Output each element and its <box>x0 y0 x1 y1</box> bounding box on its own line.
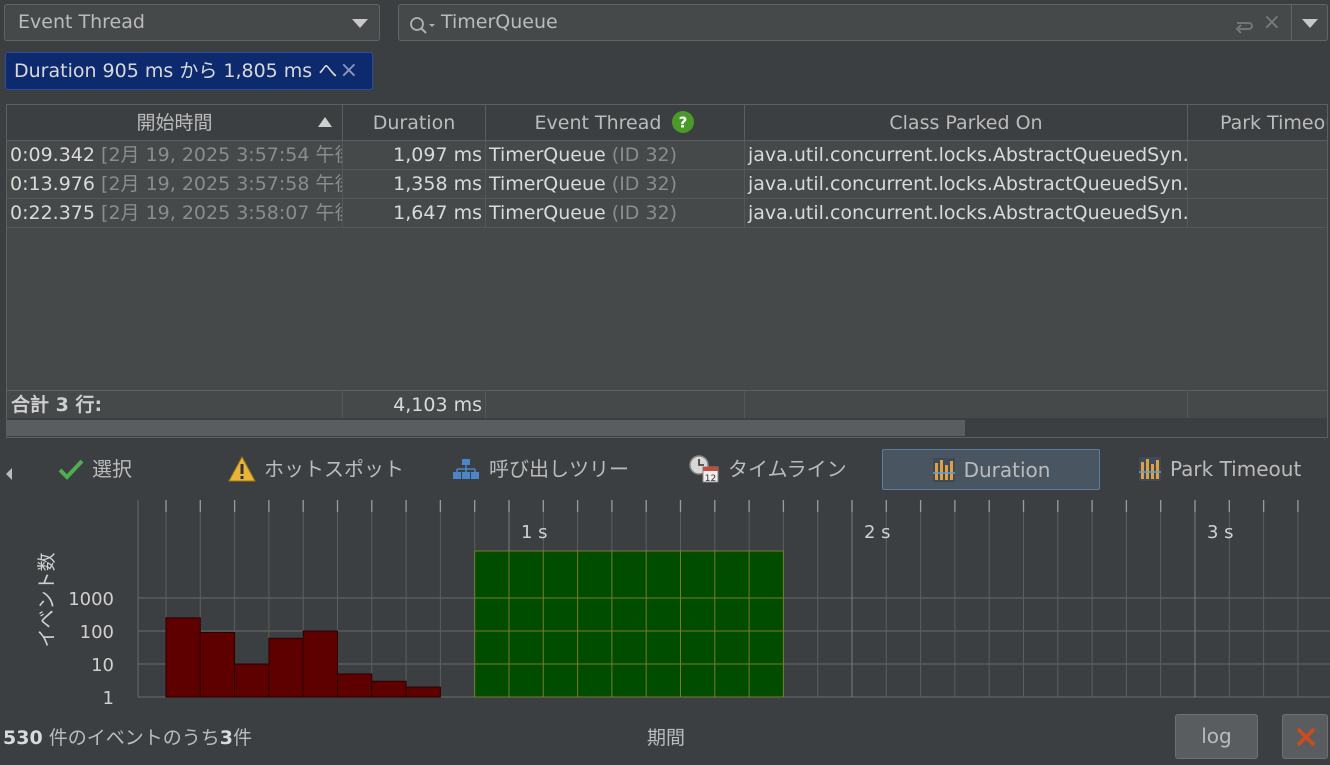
tab-scroll-left-icon[interactable] <box>5 463 13 485</box>
sort-ascending-icon <box>318 117 332 127</box>
event-thread-select[interactable]: Event Thread <box>4 4 380 41</box>
duration-histogram[interactable]: 1000 100 10 1 1 s 2 s 3 s イベント数 <box>0 500 1330 710</box>
table-row[interactable]: 0:22.375 [2月 19, 2025 3:58:07 午後] 1,647 … <box>7 199 1327 228</box>
help-icon[interactable]: ? <box>671 110 695 134</box>
y-tick-label: 100 <box>80 622 114 643</box>
event-count-status: 530 件のイベントのうち3件 <box>3 727 252 749</box>
summary-row: 合計 3 行: 4,103 ms <box>7 390 1327 420</box>
regex-wrap-icon[interactable] <box>1233 14 1255 49</box>
y-tick-label: 1 <box>103 688 114 709</box>
histogram-bar <box>371 680 407 698</box>
search-input-value: TimerQueue <box>441 11 558 33</box>
calendar-clock-icon: 12 <box>689 454 719 484</box>
tab-park-timeout[interactable]: Park Timeout <box>1138 449 1301 490</box>
tab-timeline[interactable]: 12 タイムライン <box>688 449 847 490</box>
histogram-icon <box>1139 456 1161 481</box>
chevron-down-icon <box>1302 19 1318 28</box>
events-table: 開始時間 Duration Event Thread ? Class Parke… <box>6 104 1328 438</box>
histogram-bar <box>234 663 270 698</box>
search-input[interactable]: TimerQueue × <box>398 4 1292 41</box>
x-tick-label: 3 s <box>1207 522 1234 543</box>
column-header-park-timeout[interactable]: Park Timeout <box>1188 105 1327 141</box>
y-tick-label: 1000 <box>68 589 114 610</box>
histogram-icon <box>932 457 955 482</box>
table-row[interactable]: 0:09.342 [2月 19, 2025 3:57:54 午後] 1,097 … <box>7 141 1327 170</box>
horizontal-scrollbar[interactable] <box>7 418 1327 437</box>
svg-text:12: 12 <box>705 474 716 484</box>
duration-filter-chip[interactable]: Duration 905 ms から 1,805 ms へ × <box>5 52 373 90</box>
tab-hotspots[interactable]: ホットスポット <box>228 449 404 490</box>
histogram-bar <box>165 617 201 698</box>
tab-call-tree[interactable]: 呼び出しツリー <box>451 449 629 490</box>
close-icon[interactable]: × <box>340 53 358 89</box>
search-icon[interactable] <box>409 13 439 48</box>
check-icon <box>58 459 84 480</box>
column-header-event-thread[interactable]: Event Thread ? <box>486 105 745 141</box>
histogram-bar <box>302 630 339 698</box>
column-header-class-parked-on[interactable]: Class Parked On <box>745 105 1188 141</box>
close-histogram-button[interactable] <box>1282 714 1328 759</box>
histogram-bar <box>268 637 304 698</box>
svg-text:?: ? <box>679 113 688 131</box>
log-scale-button[interactable]: log <box>1175 714 1258 759</box>
y-tick-label: 10 <box>91 655 114 676</box>
close-icon <box>1296 727 1316 747</box>
table-row[interactable]: 0:13.976 [2月 19, 2025 3:57:58 午後] 1,358 … <box>7 170 1327 199</box>
tab-selection[interactable]: 選択 <box>58 449 132 490</box>
clear-search-icon[interactable]: × <box>1263 5 1281 40</box>
tree-icon <box>453 458 479 479</box>
scrollbar-thumb[interactable] <box>7 420 965 436</box>
histogram-bar <box>337 673 373 698</box>
x-tick-label: 1 s <box>521 522 548 543</box>
histogram-bar <box>405 686 441 698</box>
column-header-duration[interactable]: Duration <box>343 105 486 141</box>
chevron-down-icon <box>352 19 368 28</box>
filter-chip-label: Duration 905 ms から 1,805 ms へ <box>14 60 338 82</box>
event-thread-select-value: Event Thread <box>18 11 145 33</box>
selection-region <box>474 551 784 697</box>
tab-duration[interactable]: Duration <box>882 449 1100 490</box>
y-axis-label: イベント数 <box>36 552 58 647</box>
warning-icon <box>228 455 256 481</box>
search-options-dropdown[interactable] <box>1291 4 1328 41</box>
column-header-start-time[interactable]: 開始時間 <box>7 105 343 141</box>
x-axis-label: 期間 <box>647 727 686 749</box>
histogram-bar <box>199 632 236 698</box>
x-tick-label: 2 s <box>864 522 891 543</box>
